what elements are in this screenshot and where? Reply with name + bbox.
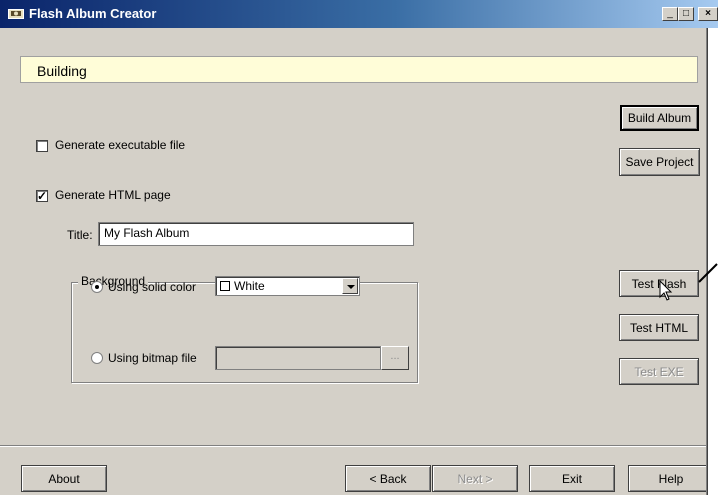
- title-input[interactable]: My Flash Album: [98, 222, 414, 246]
- save-project-button[interactable]: Save Project: [619, 148, 700, 176]
- maximize-button[interactable]: □: [678, 7, 694, 21]
- app-window: Flash Album Creator _ □ × Building Gener…: [0, 0, 718, 495]
- annotation-arrow-icon: [698, 263, 718, 283]
- back-button[interactable]: < Back: [345, 465, 431, 492]
- solid-color-label[interactable]: Using solid color: [108, 280, 196, 294]
- radio-selected-dot: [95, 285, 99, 289]
- test-exe-button[interactable]: Test EXE: [619, 358, 699, 385]
- minimize-button[interactable]: _: [662, 7, 678, 21]
- album-icon: [8, 8, 24, 19]
- status-display: Building: [20, 56, 698, 83]
- color-select[interactable]: White: [215, 276, 360, 296]
- generate-html-label[interactable]: Generate HTML page: [55, 188, 171, 202]
- color-select-value: White: [234, 279, 265, 293]
- generate-exe-checkbox[interactable]: [36, 140, 48, 152]
- exit-button[interactable]: Exit: [529, 465, 615, 492]
- generate-html-checkbox[interactable]: ✓: [36, 189, 48, 203]
- solid-color-radio[interactable]: [91, 281, 103, 293]
- bottom-separator: [0, 445, 718, 447]
- window-title: Flash Album Creator: [29, 6, 157, 21]
- bitmap-file-radio[interactable]: [91, 352, 103, 364]
- browse-button[interactable]: ...: [381, 346, 409, 370]
- title-bar[interactable]: Flash Album Creator _ □ ×: [0, 0, 718, 28]
- build-album-button[interactable]: Build Album: [620, 105, 699, 131]
- next-button[interactable]: Next >: [432, 465, 518, 492]
- help-button[interactable]: Help: [628, 465, 714, 492]
- ellipsis-icon: ...: [390, 350, 400, 362]
- close-button[interactable]: ×: [698, 7, 718, 21]
- chevron-down-icon[interactable]: [342, 278, 358, 294]
- bitmap-file-label[interactable]: Using bitmap file: [108, 351, 197, 365]
- test-html-button[interactable]: Test HTML: [619, 314, 699, 341]
- mouse-pointer-icon: [659, 280, 673, 301]
- about-button[interactable]: About: [21, 465, 107, 492]
- bitmap-file-input[interactable]: [215, 346, 381, 370]
- color-swatch: [220, 281, 230, 291]
- checkmark-icon: ✓: [37, 189, 48, 203]
- title-field-label: Title:: [67, 228, 93, 242]
- generate-exe-label[interactable]: Generate executable file: [55, 138, 185, 152]
